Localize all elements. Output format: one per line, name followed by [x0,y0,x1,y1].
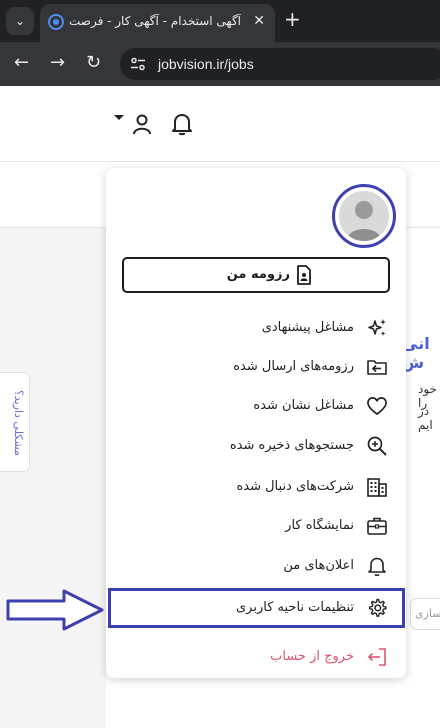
browser-tab[interactable]: آگهی استخدام - آگهی کار - فرصت ✕ [40,4,275,42]
settings-highlight-box [108,588,405,628]
site-settings-icon[interactable] [130,56,146,72]
menu-item-my-notifications[interactable]: اعلان‌های من [114,548,398,586]
menu-item-logout[interactable]: خروج از حساب [114,639,398,677]
user-menu-dropdown: رزومه من مشاغل پیشنهادی رزومه‌های ارسال … [106,168,406,678]
site-header [0,86,440,162]
caret-down-icon[interactable] [112,110,126,124]
menu-item-label: مشاغل پیشنهادی [261,320,354,335]
default-avatar-icon [339,191,389,241]
my-resume-button[interactable]: رزومه من [122,257,390,293]
menu-item-label: جستجوهای ذخیره شده [229,438,354,453]
building-icon [367,478,387,497]
menu-item-followed-companies[interactable]: شرکت‌های دنبال شده [114,469,398,507]
search-plus-icon [367,436,387,456]
tab-list-button[interactable]: ⌄ [6,7,34,35]
reload-button[interactable]: ↻ [86,52,101,74]
menu-item-sent-resumes[interactable]: رزومه‌های ارسال شده [114,349,398,387]
resume-file-icon [297,265,311,285]
back-button[interactable]: ← [14,52,29,74]
menu-item-bookmarked-jobs[interactable]: مشاغل نشان شده [114,388,398,426]
background-input-fragment: سازی [410,598,440,630]
menu-item-suggested-jobs[interactable]: مشاغل پیشنهادی [114,310,398,348]
new-tab-button[interactable]: + [284,9,301,29]
menu-item-saved-searches[interactable]: جستجوهای ذخیره شده [114,428,398,466]
menu-item-label: شرکت‌های دنبال شده [236,479,354,494]
feedback-tab[interactable]: مشکلی دارید؟ [0,372,30,472]
tab-close-icon[interactable]: ✕ [253,13,265,29]
menu-item-label: خروج از حساب [270,649,354,664]
menu-item-label: مشاغل نشان شده [253,398,354,413]
avatar-highlight [332,184,396,248]
address-bar[interactable]: jobvision.ir/jobs [120,48,440,80]
logout-icon [367,648,386,666]
menu-item-job-fair[interactable]: نمایشگاه کار [114,508,398,546]
content-heading-fragment: انی ش [402,334,430,372]
menu-item-label: نمایشگاه کار [285,518,354,533]
feedback-label: مشکلی دارید؟ [12,389,25,457]
bell-icon [368,557,386,577]
avatar[interactable] [339,191,389,241]
address-bar-row: ← → ↻ jobvision.ir/jobs [0,42,440,86]
annotation-arrow-icon [6,589,104,631]
url-text: jobvision.ir/jobs [158,56,254,72]
menu-item-label: اعلان‌های من [283,558,354,573]
forward-button[interactable]: → [50,52,65,74]
notification-bell-icon[interactable] [171,112,193,136]
briefcase-icon [367,517,387,535]
browser-tab-bar: ⌄ آگهی استخدام - آگهی کار - فرصت ✕ + [0,0,440,42]
user-icon[interactable] [131,113,153,135]
menu-item-label: رزومه‌های ارسال شده [233,359,354,374]
tab-title: آگهی استخدام - آگهی کار - فرصت [68,14,241,28]
left-column [0,228,106,728]
folder-arrow-icon [367,360,387,375]
content-text-fragment: در ایم [418,404,433,432]
my-resume-label: رزومه من [226,267,290,282]
heart-icon [367,397,387,415]
sparkles-icon [368,319,386,336]
